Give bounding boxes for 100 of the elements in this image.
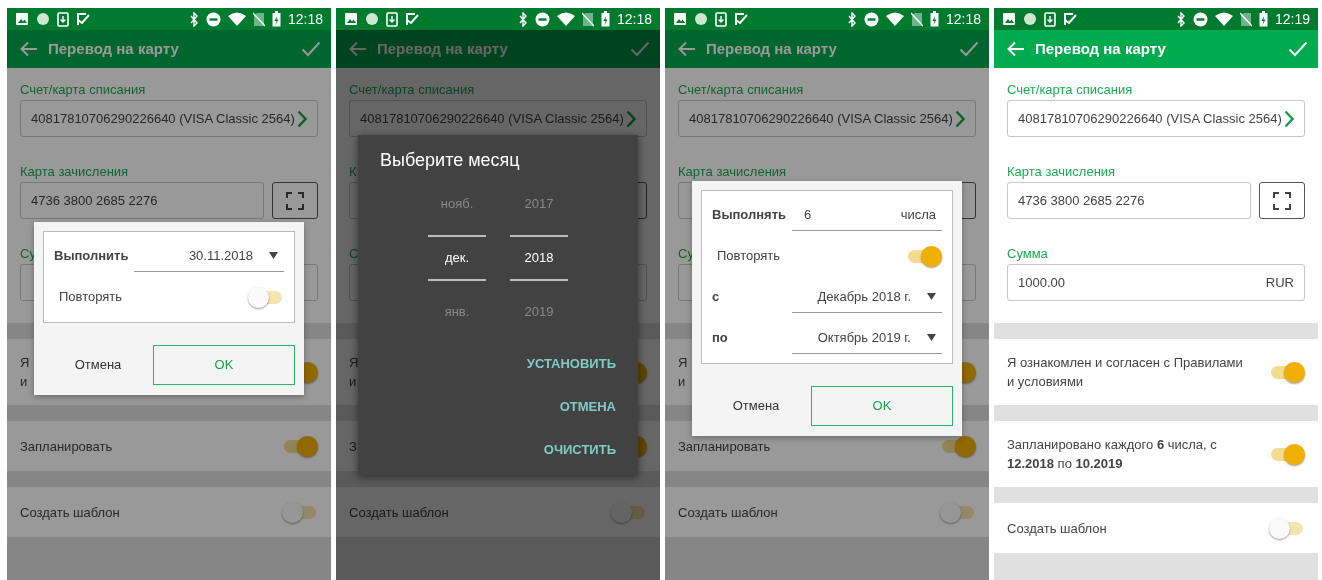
- dropdown-arrow-icon: [269, 252, 278, 259]
- field-label: Выполнить: [54, 247, 130, 266]
- chevron-right-icon: [955, 109, 965, 128]
- picture-icon: [344, 12, 358, 26]
- account-value: 40817810706290226640 (VISA Classic 2564): [1018, 109, 1283, 128]
- currency-label: RUR: [1265, 273, 1294, 292]
- scan-button[interactable]: [1259, 182, 1305, 219]
- card-number-value: 4736 3800 2685 2276: [31, 191, 159, 210]
- dialog-title: Выберите месяц: [380, 149, 521, 171]
- download-icon: [386, 11, 398, 27]
- back-icon[interactable]: [20, 41, 38, 57]
- picker-item[interactable]: 2018: [510, 235, 568, 281]
- field-label: по: [712, 329, 729, 348]
- field-label: К: [349, 164, 357, 179]
- option-text: Запланировать: [20, 438, 113, 454]
- toggle-switch[interactable]: [940, 501, 976, 523]
- ok-button[interactable]: OK: [153, 344, 295, 385]
- toggle-switch[interactable]: [282, 435, 318, 457]
- back-icon[interactable]: [1007, 41, 1025, 57]
- unit-label: числа: [900, 205, 936, 224]
- option-text: Создать шаблон: [349, 504, 449, 520]
- scan-frame-icon: [1273, 191, 1291, 210]
- sim-card-icon: [910, 11, 923, 27]
- option-text: Я ознакомлен и согласен с Правилами и условиями: [1007, 355, 1243, 389]
- field-label: С: [349, 246, 359, 261]
- back-icon[interactable]: [349, 41, 367, 57]
- field-label: Карта зачисления: [1007, 164, 1116, 179]
- picker-item[interactable]: 2017: [510, 177, 568, 231]
- toggle-switch[interactable]: [1269, 361, 1305, 383]
- picker-item[interactable]: нояб.: [428, 177, 486, 231]
- picture-icon: [673, 12, 687, 26]
- dropdown-value: Октябрь 2019 г.: [817, 328, 911, 347]
- option-text: Запланировано каждого 6 числа, с 12.2018 по 10.2019: [1007, 437, 1217, 471]
- download-icon: [1044, 11, 1056, 27]
- bluetooth-icon: [517, 11, 528, 27]
- account-select-field[interactable]: 40817810706290226640 (VISA Classic 2564): [20, 100, 318, 137]
- dialog-button[interactable]: ОТМЕНА: [559, 385, 616, 428]
- bluetooth-icon: [188, 11, 199, 27]
- circle-icon: [1023, 12, 1037, 26]
- dialog-button[interactable]: ОЧИСТИТЬ: [543, 428, 616, 471]
- field-label: Карта зачисления: [20, 164, 129, 179]
- minus-circle-icon: [205, 11, 221, 27]
- scan-button[interactable]: [272, 182, 318, 219]
- dropdown-field[interactable]: 30.11.2018: [134, 240, 284, 272]
- picker-item[interactable]: янв.: [428, 285, 486, 339]
- field-label: Счет/карта списания: [20, 82, 146, 97]
- toggle-switch[interactable]: [248, 286, 284, 308]
- amount-field[interactable]: 1000.00 RUR: [1007, 264, 1305, 301]
- card-number-value: 4736 3800 2685 2276: [1018, 191, 1146, 210]
- checkmark-icon: [76, 12, 90, 26]
- circle-icon: [36, 12, 50, 26]
- account-select-field[interactable]: 40817810706290226640 (VISA Classic 2564): [1007, 100, 1305, 137]
- back-icon[interactable]: [678, 41, 696, 57]
- minus-circle-icon: [1192, 11, 1208, 27]
- checkmark-icon[interactable]: [1288, 41, 1308, 57]
- field-label: с: [712, 288, 721, 307]
- field-label: Выполнять: [712, 206, 787, 225]
- picker-item[interactable]: дек.: [428, 235, 486, 281]
- option-text: З: [349, 438, 357, 454]
- field-label: Сумма: [1007, 246, 1048, 261]
- dropdown-value: 30.11.2018: [188, 246, 253, 265]
- card-number-field[interactable]: 4736 3800 2685 2276: [1007, 182, 1251, 219]
- checkmark-icon[interactable]: [959, 41, 979, 57]
- dialog-button[interactable]: УСТАНОВИТЬ: [526, 342, 616, 385]
- download-icon: [715, 11, 727, 27]
- card-number-field[interactable]: 4736 3800 2685 2276: [20, 182, 264, 219]
- account-value: 40817810706290226640 (VISA Classic 2564): [31, 109, 296, 128]
- battery-icon: [929, 11, 939, 27]
- clock-time: 12:18: [287, 9, 323, 29]
- toggle-switch[interactable]: [940, 435, 976, 457]
- bluetooth-icon: [1175, 11, 1186, 27]
- checkmark-icon[interactable]: [301, 41, 321, 57]
- dropdown-value: Декабрь 2018 г.: [817, 287, 911, 306]
- account-value: 40817810706290226640 (VISA Classic 2564): [360, 109, 625, 128]
- toggle-switch[interactable]: [282, 501, 318, 523]
- dropdown-field[interactable]: Декабрь 2018 г.: [792, 281, 942, 313]
- number-field[interactable]: 6 числа: [792, 199, 942, 231]
- amount-value: 1000.00: [1018, 273, 1066, 292]
- clock-time: 12:18: [616, 9, 652, 29]
- cancel-button[interactable]: Отмена: [43, 344, 153, 385]
- option-text: Запланировать: [678, 438, 771, 454]
- picker-item[interactable]: 2019: [510, 285, 568, 339]
- screen-title: Перевод на карту: [706, 38, 838, 59]
- account-select-field[interactable]: 40817810706290226640 (VISA Classic 2564): [678, 100, 976, 137]
- toggle-switch[interactable]: [1269, 443, 1305, 465]
- minus-circle-icon: [534, 11, 550, 27]
- option-text: и: [678, 374, 686, 389]
- toggle-switch[interactable]: [1269, 517, 1305, 539]
- clock-time: 12:18: [945, 9, 981, 29]
- ok-button[interactable]: OK: [811, 385, 953, 426]
- dropdown-field[interactable]: Октябрь 2019 г.: [792, 322, 942, 354]
- option-text: Создать шаблон: [20, 504, 120, 520]
- checkmark-icon: [1063, 12, 1077, 26]
- checkmark-icon: [405, 12, 419, 26]
- toggle-switch[interactable]: [611, 501, 647, 523]
- toggle-switch[interactable]: [906, 245, 942, 267]
- cancel-button[interactable]: Отмена: [701, 385, 811, 426]
- sim-card-icon: [1239, 11, 1252, 27]
- checkmark-icon[interactable]: [630, 41, 650, 57]
- wifi-icon: [1214, 12, 1233, 26]
